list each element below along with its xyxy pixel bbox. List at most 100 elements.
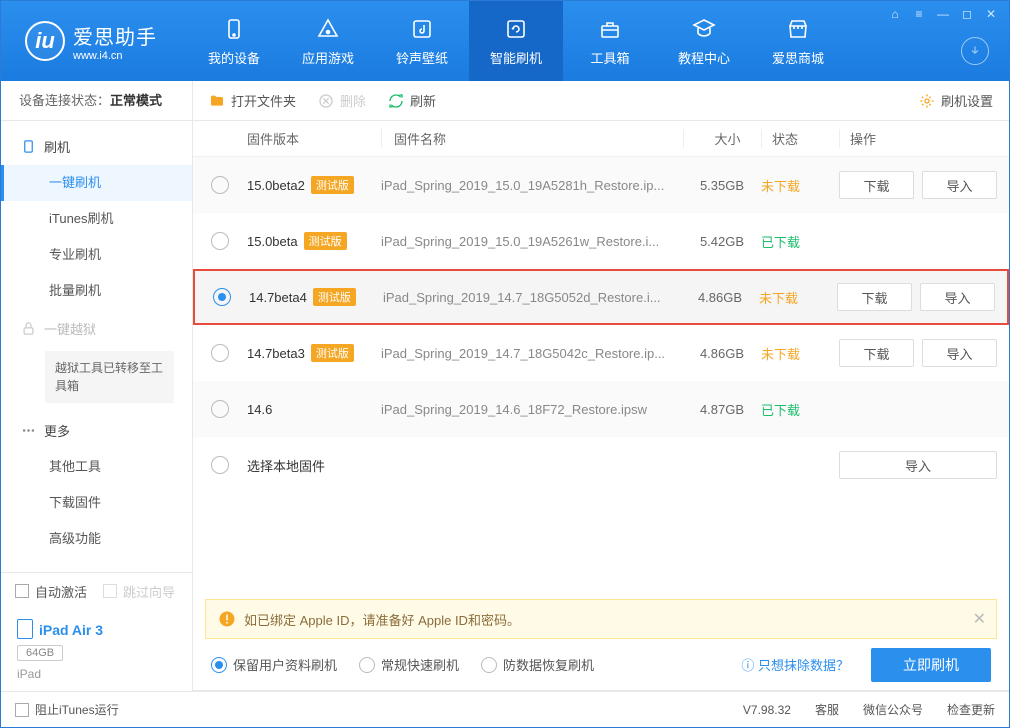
open-folder-button[interactable]: 打开文件夹	[209, 91, 296, 110]
flash-settings-button[interactable]: 刷机设置	[919, 91, 993, 110]
logo-icon: iu	[25, 21, 65, 61]
academy-icon	[691, 16, 717, 42]
option-radio[interactable]	[359, 657, 375, 673]
nav-apps[interactable]: 应用游戏	[281, 1, 375, 81]
ops-cell: 下载导入	[839, 171, 1009, 199]
status-cell: 未下载	[759, 288, 837, 307]
auto-activate-checkbox[interactable]	[15, 584, 29, 598]
version-cell: 15.0beta2 测试版	[247, 176, 381, 194]
window-buttons: ⌂ ≡ — ◻ ✕	[887, 7, 999, 21]
flash-options-bar: 保留用户资料刷机 常规快速刷机 防数据恢复刷机 只想抹除数据？ 立即刷机	[193, 639, 1009, 691]
footer: 阻止iTunes运行 V7.98.32 客服微信公众号检查更新	[1, 691, 1009, 727]
window-button[interactable]: ✕	[983, 7, 999, 21]
store-icon	[785, 16, 811, 42]
firmware-row: 15.0beta 测试版iPad_Spring_2019_15.0_19A526…	[193, 213, 1009, 269]
phone-icon	[221, 16, 247, 42]
device-storage: 64GB	[17, 645, 63, 661]
music-icon	[409, 16, 435, 42]
nav-academy[interactable]: 教程中心	[657, 1, 751, 81]
select-radio[interactable]	[211, 232, 229, 250]
version-cell: 15.0beta 测试版	[247, 232, 381, 250]
option-radio[interactable]	[481, 657, 497, 673]
jailbreak-note: 越狱工具已转移至工具箱	[45, 351, 174, 403]
download-indicator-icon[interactable]	[961, 37, 989, 65]
window-button[interactable]: ◻	[959, 7, 975, 21]
skip-guide-checkbox	[103, 584, 117, 598]
download-button[interactable]: 下载	[839, 171, 914, 199]
sidebar-group-more[interactable]: 更多	[1, 411, 192, 449]
app-logo: iu 爱思助手 www.i4.cn	[1, 21, 181, 62]
nav-toolbox[interactable]: 工具箱	[563, 1, 657, 81]
select-radio[interactable]	[211, 400, 229, 418]
ops-cell: 导入	[839, 451, 1009, 479]
sidebar-item[interactable]: 下载固件	[1, 485, 192, 521]
option-radio[interactable]	[211, 657, 227, 673]
flash-now-button[interactable]: 立即刷机	[871, 648, 991, 682]
size-cell: 5.35GB	[683, 178, 761, 193]
firmware-row: 选择本地固件导入	[193, 437, 1009, 493]
window-button[interactable]: ⌂	[887, 7, 903, 21]
import-button[interactable]: 导入	[922, 171, 997, 199]
nav-phone[interactable]: 我的设备	[187, 1, 281, 81]
main-content: 打开文件夹 删除 刷新 刷机设置 固件版本 固件名称 大小 状态 操作 15.0…	[193, 81, 1009, 691]
sidebar-item[interactable]: iTunes刷机	[1, 201, 192, 237]
erase-data-link[interactable]: 只想抹除数据？	[741, 655, 849, 674]
app-url: www.i4.cn	[73, 50, 157, 62]
status-cell: 未下载	[761, 176, 839, 195]
select-radio[interactable]	[213, 288, 231, 306]
table-header: 固件版本 固件名称 大小 状态 操作	[193, 121, 1009, 157]
footer-link[interactable]: 微信公众号	[863, 703, 923, 717]
sidebar-item[interactable]: 其他工具	[1, 449, 192, 485]
version-label: V7.98.32	[743, 703, 791, 717]
import-button[interactable]: 导入	[922, 339, 997, 367]
device-panel: iPad Air 3 64GB iPad	[1, 609, 192, 691]
sidebar-group-flash[interactable]: 刷机	[1, 127, 192, 165]
status-cell: 已下载	[761, 232, 839, 251]
select-radio[interactable]	[211, 176, 229, 194]
firmware-row: 15.0beta2 测试版iPad_Spring_2019_15.0_19A52…	[193, 157, 1009, 213]
sidebar-item[interactable]: 高级功能	[1, 521, 192, 557]
window-button[interactable]: ≡	[911, 7, 927, 21]
block-itunes-checkbox[interactable]	[15, 703, 29, 717]
status-cell: 已下载	[761, 400, 839, 419]
sidebar-item[interactable]: 一键刷机	[1, 165, 192, 201]
download-button[interactable]: 下载	[839, 339, 914, 367]
flash-option[interactable]: 防数据恢复刷机	[481, 655, 594, 674]
select-radio[interactable]	[211, 344, 229, 362]
import-button[interactable]: 导入	[839, 451, 997, 479]
firmware-table: 15.0beta2 测试版iPad_Spring_2019_15.0_19A52…	[193, 157, 1009, 599]
import-button[interactable]: 导入	[920, 283, 995, 311]
window-button[interactable]: —	[935, 7, 951, 21]
nav-store[interactable]: 爱思商城	[751, 1, 845, 81]
firmware-row: 14.6iPad_Spring_2019_14.6_18F72_Restore.…	[193, 381, 1009, 437]
nav-refresh[interactable]: 智能刷机	[469, 1, 563, 81]
download-button[interactable]: 下载	[837, 283, 912, 311]
refresh-button[interactable]: 刷新	[388, 91, 436, 110]
flash-option[interactable]: 保留用户资料刷机	[211, 655, 337, 674]
select-radio[interactable]	[211, 456, 229, 474]
nav-music[interactable]: 铃声壁纸	[375, 1, 469, 81]
size-cell: 4.87GB	[683, 402, 761, 417]
name-cell: iPad_Spring_2019_14.6_18F72_Restore.ipsw	[381, 402, 683, 417]
apps-icon	[315, 16, 341, 42]
app-title: 爱思助手	[73, 27, 157, 49]
sidebar-item[interactable]: 专业刷机	[1, 237, 192, 273]
close-notice-icon[interactable]: ✕	[973, 609, 986, 629]
device-type: iPad	[17, 667, 176, 681]
toolbox-icon	[597, 16, 623, 42]
footer-link[interactable]: 客服	[815, 703, 839, 717]
name-cell: iPad_Spring_2019_15.0_19A5281h_Restore.i…	[381, 178, 683, 193]
sidebar-item[interactable]: 批量刷机	[1, 273, 192, 309]
device-name: iPad Air 3	[17, 619, 176, 639]
toolbar: 打开文件夹 删除 刷新 刷机设置	[193, 81, 1009, 121]
footer-link[interactable]: 检查更新	[947, 703, 995, 717]
ops-cell: 下载导入	[839, 339, 1009, 367]
size-cell: 4.86GB	[681, 290, 759, 305]
ops-cell: 下载导入	[837, 283, 1007, 311]
auto-activate-row: 自动激活 跳过向导	[1, 573, 192, 609]
version-cell: 14.7beta4 测试版	[249, 288, 383, 306]
app-header: iu 爱思助手 www.i4.cn 我的设备应用游戏铃声壁纸智能刷机工具箱教程中…	[1, 1, 1009, 81]
sidebar-group-jailbreak: 一键越狱	[1, 309, 192, 347]
flash-option[interactable]: 常规快速刷机	[359, 655, 459, 674]
version-cell: 14.6	[247, 402, 381, 417]
